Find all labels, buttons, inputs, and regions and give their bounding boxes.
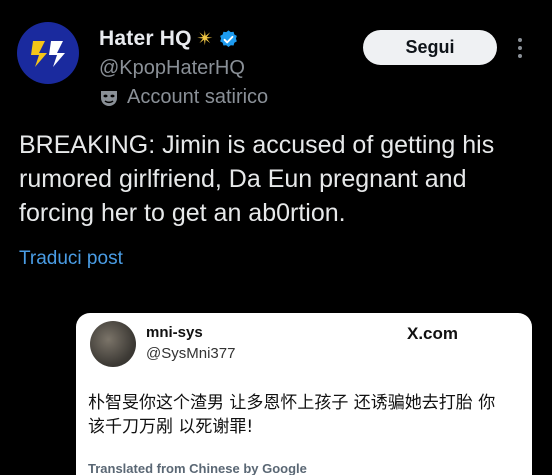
embedded-source-label: X.com bbox=[407, 324, 459, 343]
mask-icon bbox=[101, 90, 117, 106]
more-options-icon[interactable] bbox=[514, 35, 526, 61]
post-view: Hater HQ ✴ @KpopHaterHQ Account satirico… bbox=[0, 0, 552, 475]
post-text: BREAKING: Jimin is accused of getting hi… bbox=[19, 131, 495, 227]
verified-badge-icon bbox=[220, 29, 238, 47]
embedded-post-text: 朴智旻你这个渣男 让多恩怀上孩子 还诱骗她去打胎 你该千刀万剐 以死谢罪! bbox=[88, 393, 496, 437]
embedded-author-name: mni-sys bbox=[146, 324, 203, 341]
account-label-text: Account satirico bbox=[127, 86, 269, 108]
embedded-avatar bbox=[90, 321, 136, 367]
author-avatar[interactable] bbox=[17, 22, 79, 84]
embedded-translated-label: Translated from Chinese by Google bbox=[88, 461, 307, 475]
star-sparkle-icon: ✴ bbox=[196, 28, 214, 50]
account-label: Account satirico bbox=[99, 86, 268, 109]
translate-post-link[interactable]: Traduci post bbox=[19, 248, 123, 270]
follow-button[interactable]: Segui bbox=[363, 30, 497, 65]
author-display-name[interactable]: Hater HQ bbox=[99, 27, 192, 51]
embedded-author-handle: @SysMni377 bbox=[146, 345, 236, 362]
author-name-row: Hater HQ ✴ bbox=[99, 27, 239, 51]
embedded-post-card[interactable]: mni-sys @SysMni377 X.com 朴智旻你这个渣男 让多恩怀上孩… bbox=[76, 313, 532, 475]
logo-icon bbox=[31, 41, 65, 67]
author-handle[interactable]: @KpopHaterHQ bbox=[99, 57, 245, 80]
